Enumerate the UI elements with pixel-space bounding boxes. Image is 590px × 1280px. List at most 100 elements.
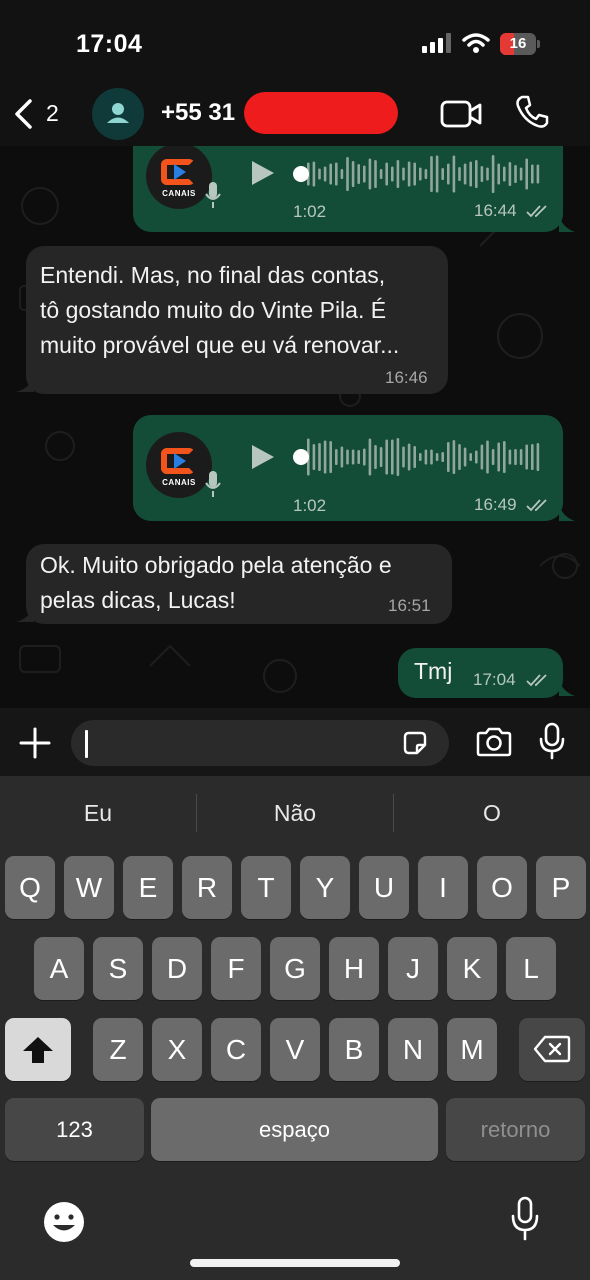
message-time: 16:51 bbox=[388, 596, 431, 615]
key-u[interactable]: U bbox=[359, 856, 409, 919]
logo-text: CANAIS bbox=[162, 189, 196, 198]
message-time: 16:44 bbox=[474, 201, 517, 220]
back-chevron-icon[interactable] bbox=[12, 98, 36, 130]
key-k[interactable]: K bbox=[447, 937, 497, 1000]
message-line: Entendi. Mas, no final das contas, bbox=[40, 262, 386, 288]
sticker-icon[interactable] bbox=[401, 729, 429, 757]
contact-avatar[interactable] bbox=[92, 88, 144, 140]
message-time: 17:04 bbox=[473, 670, 516, 689]
message-input[interactable] bbox=[71, 720, 449, 766]
bubble-tail bbox=[559, 216, 575, 232]
text-message[interactable]: Tmj 17:04 bbox=[398, 648, 563, 698]
backspace-key[interactable] bbox=[519, 1018, 585, 1081]
camera-icon[interactable] bbox=[475, 726, 513, 758]
audio-message[interactable]: CANAIS 1:02 16:44 bbox=[133, 146, 563, 232]
key-n[interactable]: N bbox=[388, 1018, 438, 1081]
chat-area[interactable]: CANAIS 1:02 16:44 Entendi. Mas, no final… bbox=[0, 146, 590, 708]
chat-header: 2 +55 31 bbox=[0, 84, 590, 146]
key-a[interactable]: A bbox=[34, 937, 84, 1000]
suggestion-bar: Eu Não O bbox=[0, 776, 590, 852]
audio-mic-icon bbox=[205, 182, 221, 208]
battery-icon: 16 bbox=[500, 33, 540, 55]
read-receipt-icon bbox=[526, 205, 547, 218]
audio-sender-logo: CANAIS bbox=[146, 432, 212, 498]
key-e[interactable]: E bbox=[123, 856, 173, 919]
key-b[interactable]: B bbox=[329, 1018, 379, 1081]
key-d[interactable]: D bbox=[152, 937, 202, 1000]
audio-sender-logo: CANAIS bbox=[146, 146, 212, 209]
unread-count[interactable]: 2 bbox=[46, 100, 59, 127]
key-v[interactable]: V bbox=[270, 1018, 320, 1081]
signal-icon bbox=[422, 33, 451, 53]
shift-icon bbox=[23, 1037, 53, 1063]
status-bar: 17:04 16 bbox=[0, 0, 590, 84]
audio-duration: 1:02 bbox=[293, 202, 327, 221]
audio-waveform[interactable] bbox=[293, 427, 543, 487]
key-j[interactable]: J bbox=[388, 937, 438, 1000]
redaction-mark bbox=[244, 92, 398, 134]
audio-message[interactable]: CANAIS 1:02 16:49 bbox=[133, 415, 563, 521]
key-l[interactable]: L bbox=[506, 937, 556, 1000]
key-m[interactable]: M bbox=[447, 1018, 497, 1081]
numbers-key[interactable]: 123 bbox=[5, 1098, 144, 1161]
message-line: Tmj bbox=[414, 658, 453, 684]
bubble-tail bbox=[16, 606, 34, 622]
key-w[interactable]: W bbox=[64, 856, 114, 919]
key-i[interactable]: I bbox=[418, 856, 468, 919]
logo-text: CANAIS bbox=[162, 478, 196, 487]
suggestion[interactable]: Não bbox=[197, 800, 393, 827]
message-time: 16:49 bbox=[474, 495, 517, 514]
message-line: tô gostando muito do Vinte Pila. É bbox=[40, 297, 387, 323]
bubble-tail bbox=[16, 376, 34, 392]
return-key[interactable]: retorno bbox=[446, 1098, 585, 1161]
read-receipt-icon bbox=[526, 499, 547, 512]
contact-avatar-icon bbox=[107, 103, 129, 123]
key-g[interactable]: G bbox=[270, 937, 320, 1000]
key-x[interactable]: X bbox=[152, 1018, 202, 1081]
message-line: Ok. Muito obrigado pela atenção e bbox=[40, 552, 392, 578]
play-icon[interactable] bbox=[250, 443, 276, 471]
message-line: muito provável que eu vá renovar... bbox=[40, 332, 400, 358]
emoji-icon[interactable] bbox=[42, 1200, 86, 1244]
key-f[interactable]: F bbox=[211, 937, 261, 1000]
bubble-tail bbox=[559, 505, 575, 521]
backspace-icon bbox=[533, 1035, 571, 1063]
phone-call-icon[interactable] bbox=[514, 94, 550, 130]
microphone-icon[interactable] bbox=[538, 722, 566, 760]
text-message[interactable]: Entendi. Mas, no final das contas, tô go… bbox=[26, 246, 448, 394]
bubble-tail bbox=[559, 680, 575, 696]
audio-duration: 1:02 bbox=[293, 496, 327, 515]
key-p[interactable]: P bbox=[536, 856, 586, 919]
key-q[interactable]: Q bbox=[5, 856, 55, 919]
status-time: 17:04 bbox=[76, 30, 143, 58]
home-indicator bbox=[190, 1259, 400, 1267]
space-key[interactable]: espaço bbox=[151, 1098, 438, 1161]
key-y[interactable]: Y bbox=[300, 856, 350, 919]
audio-waveform[interactable] bbox=[293, 146, 543, 204]
audio-mic-icon bbox=[205, 471, 221, 497]
key-t[interactable]: T bbox=[241, 856, 291, 919]
key-r[interactable]: R bbox=[182, 856, 232, 919]
contact-name[interactable]: +55 31 bbox=[161, 99, 235, 127]
dictation-icon[interactable] bbox=[510, 1196, 540, 1242]
suggestion[interactable]: Eu bbox=[0, 800, 196, 827]
battery-level: 16 bbox=[509, 35, 527, 52]
read-receipt-icon bbox=[526, 674, 547, 687]
key-z[interactable]: Z bbox=[93, 1018, 143, 1081]
key-h[interactable]: H bbox=[329, 937, 379, 1000]
keyboard: Eu Não O QWERTYUIOP ASDFGHJKL ZXCVBNM 12… bbox=[0, 776, 590, 1280]
plus-icon[interactable] bbox=[18, 726, 52, 760]
message-time: 16:46 bbox=[385, 368, 428, 387]
message-input-bar bbox=[0, 708, 590, 776]
text-message[interactable]: Ok. Muito obrigado pela atenção e pelas … bbox=[26, 544, 452, 624]
video-call-icon[interactable] bbox=[440, 98, 482, 130]
wifi-icon bbox=[462, 33, 490, 53]
message-line: pelas dicas, Lucas! bbox=[40, 587, 236, 613]
play-icon[interactable] bbox=[250, 159, 276, 187]
key-o[interactable]: O bbox=[477, 856, 527, 919]
suggestion[interactable]: O bbox=[394, 800, 590, 827]
key-c[interactable]: C bbox=[211, 1018, 261, 1081]
text-caret bbox=[85, 730, 88, 758]
shift-key[interactable] bbox=[5, 1018, 71, 1081]
key-s[interactable]: S bbox=[93, 937, 143, 1000]
